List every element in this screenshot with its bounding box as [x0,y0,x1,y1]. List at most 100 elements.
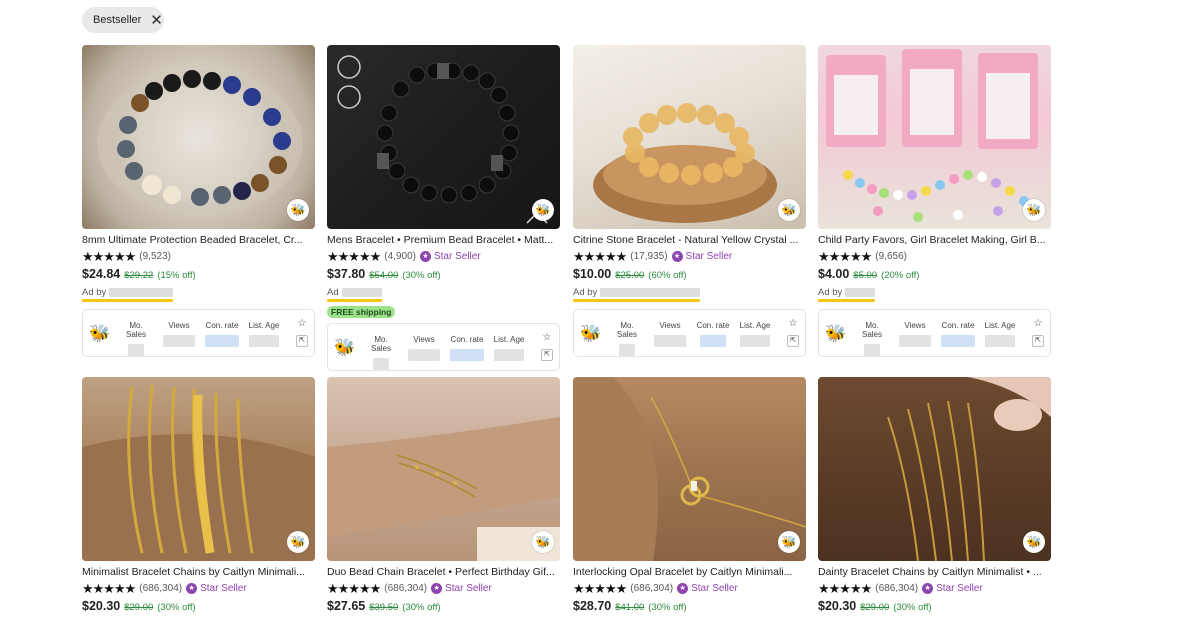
product-title[interactable]: 8mm Ultimate Protection Beaded Bracelet,… [82,234,315,247]
con-rate-col: Con. rate [450,335,484,361]
open-details-icon[interactable]: ⇱ [296,335,308,347]
rating-stars-icon: ★★★★★ [82,249,136,264]
star-seller-icon: ★ [431,583,443,594]
bee-extension-icon[interactable]: 🐝 [778,199,800,221]
bee-extension-icon[interactable]: 🐝 [778,531,800,553]
product-title[interactable]: Interlocking Opal Bracelet by Caitlyn Mi… [573,566,806,579]
stats-panel: 🐝 Mo. Sales Views Con. rate List. Age ☆ … [327,323,560,371]
list-age-col: List. Age [983,321,1017,347]
bee-logo-icon: 🐝 [89,324,111,343]
product-card[interactable]: 🐝 Child Party Favors, Girl Bracelet Maki… [818,45,1051,357]
sale-price: $24.84 [82,267,121,281]
star-seller-badge: ★ Star Seller [671,251,732,262]
close-icon[interactable]: ✕ [150,13,163,28]
star-seller-badge: ★ Star Seller [677,583,738,594]
discount-percent: (30% off) [157,602,196,613]
bee-logo-icon: 🐝 [825,324,847,343]
favorite-star-icon[interactable]: ☆ [787,318,799,330]
product-card[interactable]: 🐝 Mens Bracelet • Premium Bead Bracelet … [327,45,560,371]
bee-extension-icon[interactable]: 🐝 [1023,531,1045,553]
bee-extension-icon[interactable]: 🐝 [532,531,554,553]
sale-price: $28.70 [573,599,612,613]
open-details-icon[interactable]: ⇱ [1032,335,1044,347]
rating-stars-icon: ★★★★★ [327,581,381,596]
mo-sales-col: Mo. Sales [364,335,398,370]
ad-by-label: Ad by [573,287,701,302]
sale-price: $10.00 [573,267,612,281]
star-seller-badge: ★ Star Seller [431,583,492,594]
product-image[interactable]: 🐝 [82,45,315,229]
bee-logo-icon: 🐝 [580,324,602,343]
favorite-star-icon[interactable]: ☆ [296,318,308,330]
original-price: $41.00 [615,602,645,613]
open-details-icon[interactable]: ⇱ [787,335,799,347]
favorite-star-icon[interactable]: ☆ [1032,318,1044,330]
product-image[interactable]: 🐝 [327,45,560,229]
blurred-shop-name [341,288,382,297]
product-title[interactable]: Child Party Favors, Girl Bracelet Making… [818,234,1051,247]
product-card[interactable]: 🐝 Dainty Bracelet Chains by Caitlyn Mini… [818,377,1051,614]
bestseller-chip-label: Bestseller [93,14,142,26]
product-image[interactable]: 🐝 [82,377,315,561]
views-col: Views [408,335,440,361]
product-card[interactable]: 🐝 Duo Bead Chain Bracelet • Perfect Birt… [327,377,560,614]
original-price: $54.00 [369,270,399,281]
star-seller-icon: ★ [922,583,934,594]
sale-price: $27.65 [327,599,366,613]
list-age-col: List. Age [738,321,772,347]
mo-sales-col: Mo. Sales [119,321,153,356]
sale-price: $37.80 [327,267,366,281]
review-count: (686,304) [630,583,674,594]
discount-percent: (30% off) [402,270,441,281]
rating-stars-icon: ★★★★★ [573,581,627,596]
bee-extension-icon[interactable]: 🐝 [532,199,554,221]
product-card[interactable]: 🐝 Minimalist Bracelet Chains by Caitlyn … [82,377,315,614]
product-card[interactable]: 🐝 Citrine Stone Bracelet - Natural Yello… [573,45,806,357]
mo-sales-col: Mo. Sales [610,321,644,356]
sale-price: $20.30 [818,599,857,613]
discount-percent: (15% off) [157,270,196,281]
product-image[interactable]: 🐝 [573,45,806,229]
product-title[interactable]: Citrine Stone Bracelet - Natural Yellow … [573,234,806,247]
ad-by-label: Ad by [818,287,876,302]
con-rate-col: Con. rate [696,321,730,347]
product-title[interactable]: Minimalist Bracelet Chains by Caitlyn Mi… [82,566,315,579]
open-details-icon[interactable]: ⇱ [541,349,553,361]
discount-percent: (20% off) [881,270,920,281]
list-age-col: List. Age [492,335,526,361]
views-col: Views [899,321,931,347]
discount-percent: (30% off) [402,602,441,613]
bestseller-filter-chip[interactable]: Bestseller ✕ [82,7,164,33]
review-count: (17,935) [630,251,668,262]
product-card[interactable]: 🐝 8mm Ultimate Protection Beaded Bracele… [82,45,315,357]
bee-extension-icon[interactable]: 🐝 [287,531,309,553]
original-price: $29.22 [124,270,154,281]
bee-extension-icon[interactable]: 🐝 [287,199,309,221]
bee-extension-icon[interactable]: 🐝 [1023,199,1045,221]
original-price: $39.50 [369,602,399,613]
product-image[interactable]: 🐝 [818,377,1051,561]
star-seller-badge: ★ Star Seller [922,583,983,594]
stats-panel: 🐝 Mo. Sales Views Con. rate List. Age ☆ … [82,309,315,357]
rating-stars-icon: ★★★★★ [818,581,872,596]
rating-stars-icon: ★★★★★ [818,249,872,264]
original-price: $29.00 [860,602,890,613]
review-count: (9,523) [139,251,171,262]
product-title[interactable]: Mens Bracelet • Premium Bead Bracelet • … [327,234,560,247]
star-seller-badge: ★ Star Seller [419,251,481,262]
product-card[interactable]: 🐝 Interlocking Opal Bracelet by Caitlyn … [573,377,806,614]
star-seller-icon: ★ [186,583,198,594]
product-image[interactable]: 🐝 [818,45,1051,229]
stats-panel: 🐝 Mo. Sales Views Con. rate List. Age ☆ … [818,309,1051,357]
star-seller-icon: ★ [671,251,683,262]
ad-by-label: Ad by [82,287,174,302]
bee-logo-icon: 🐝 [334,338,356,357]
product-image[interactable]: 🐝 [573,377,806,561]
product-title[interactable]: Dainty Bracelet Chains by Caitlyn Minima… [818,566,1051,579]
favorite-star-icon[interactable]: ☆ [541,332,553,344]
discount-percent: (60% off) [648,270,687,281]
product-title[interactable]: Duo Bead Chain Bracelet • Perfect Birthd… [327,566,560,579]
review-count: (9,656) [875,251,907,262]
product-image[interactable]: 🐝 [327,377,560,561]
star-seller-badge: ★ Star Seller [186,583,247,594]
